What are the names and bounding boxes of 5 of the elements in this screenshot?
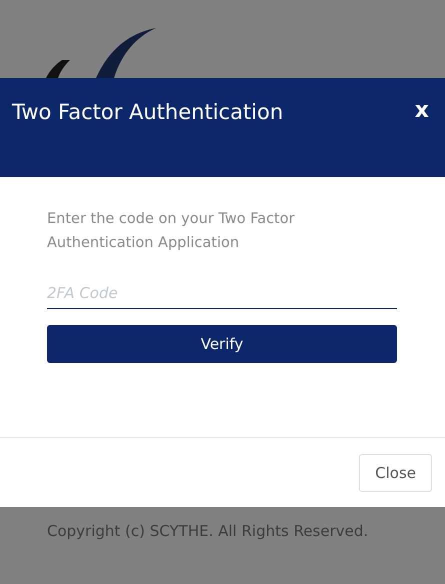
verify-button[interactable]: Verify [47,325,397,363]
instructions-text: Enter the code on your Two Factor Authentication Application [47,210,296,253]
dialog-title: Two Factor Authentication [12,99,284,126]
close-button[interactable]: Close [359,454,432,492]
copyright-text: Copyright (c) SCYTHE. All Rights Reserved. [47,522,368,540]
